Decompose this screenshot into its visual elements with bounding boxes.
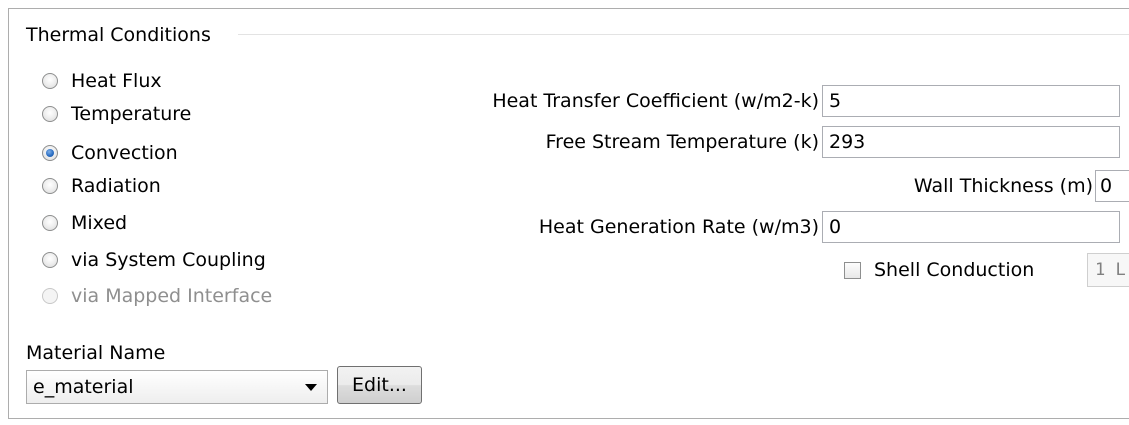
- htc-input[interactable]: 5: [822, 85, 1120, 117]
- radio-button[interactable]: [42, 178, 58, 194]
- shell-conduction-option[interactable]: Shell Conduction: [844, 254, 1034, 286]
- wall-thickness-label: Wall Thickness (m): [913, 175, 1093, 197]
- htc-label: Heat Transfer Coefficient (w/m2-k): [492, 90, 819, 112]
- radio-label: Temperature: [71, 103, 192, 125]
- radio-button-disabled: [42, 288, 58, 304]
- shell-conduction-label: Shell Conduction: [874, 259, 1035, 281]
- radio-radiation[interactable]: Radiation: [26, 171, 161, 201]
- edit-material-button[interactable]: Edit...: [337, 366, 422, 404]
- heat-gen-rate-label: Heat Generation Rate (w/m3): [538, 216, 819, 238]
- radio-mapped-interface: via Mapped Interface: [26, 281, 272, 311]
- radio-label: via Mapped Interface: [71, 285, 273, 307]
- radio-convection[interactable]: Convection: [26, 138, 178, 168]
- radio-button-selected[interactable]: [42, 145, 58, 161]
- material-select[interactable]: e_material: [26, 370, 328, 404]
- radio-button[interactable]: [42, 73, 58, 89]
- radio-system-coupling[interactable]: via System Coupling: [26, 245, 266, 275]
- shell-conduction-checkbox[interactable]: [844, 261, 861, 279]
- radio-mixed[interactable]: Mixed: [26, 208, 127, 238]
- radio-button[interactable]: [42, 106, 58, 122]
- shell-layers-input: 1 L: [1087, 253, 1129, 287]
- radio-label: Heat Flux: [71, 70, 162, 92]
- radio-label: Mixed: [71, 212, 128, 234]
- radio-label: Radiation: [71, 175, 161, 197]
- wall-thickness-input[interactable]: 0: [1095, 170, 1129, 202]
- free-stream-temp-label: Free Stream Temperature (k): [545, 131, 819, 153]
- heat-gen-rate-input[interactable]: 0: [822, 211, 1120, 243]
- group-divider: [238, 34, 1129, 35]
- free-stream-temp-input[interactable]: 293: [822, 126, 1120, 158]
- radio-label: Convection: [71, 142, 178, 164]
- material-selected-value: e_material: [33, 376, 134, 398]
- radio-temperature[interactable]: Temperature: [26, 99, 191, 129]
- material-name-label: Material Name: [26, 342, 166, 364]
- dropdown-arrow-icon: [305, 384, 317, 391]
- thermal-conditions-title: Thermal Conditions: [26, 24, 211, 46]
- radio-button[interactable]: [42, 252, 58, 268]
- radio-button[interactable]: [42, 215, 58, 231]
- radio-label: via System Coupling: [71, 249, 266, 271]
- radio-heat-flux[interactable]: Heat Flux: [26, 66, 162, 96]
